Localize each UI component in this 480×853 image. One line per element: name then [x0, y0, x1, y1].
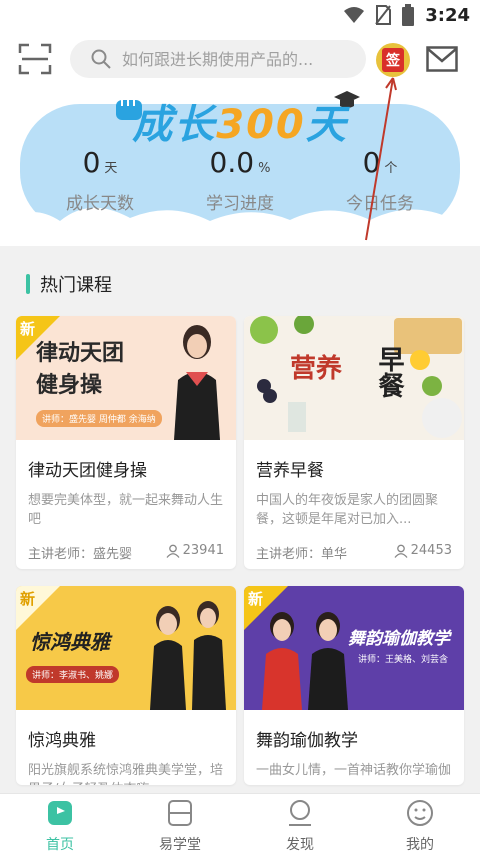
course-learner-count: 24453 [394, 543, 452, 558]
course-thumbnail: 惊鸿典雅 讲师：李淑书、姚娜 新 [16, 586, 236, 710]
battery-icon [402, 4, 415, 26]
course-description: 阳光旗舰系统惊鸿雅典美学堂，培男子/女子轻盈体态嗨 [28, 763, 224, 785]
course-card[interactable]: 营养 早餐 营养早餐 中国人的年夜饭是家人的团圆聚餐，这顿是年尾对已加入... … [244, 316, 464, 569]
no-sim-icon [375, 5, 392, 25]
tab-discover[interactable]: 发现 [240, 794, 360, 853]
hot-courses-header: 热门课程 [0, 246, 480, 312]
course-description: 中国人的年夜饭是家人的团圆聚餐，这顿是年尾对已加入... [256, 493, 439, 527]
top-bar: 签 [0, 34, 480, 86]
thumb-title-2: 早餐 [374, 346, 404, 398]
thumb-title-1: 惊鸿典雅 [30, 630, 110, 654]
section-accent-bar [26, 274, 30, 294]
course-description: 想要完美体型，就一起来舞动人生吧 [28, 493, 224, 527]
classroom-icon [168, 800, 192, 826]
status-bar: 3:24 [0, 0, 480, 34]
annotation-arrow [365, 77, 397, 241]
tab-label: 发现 [286, 837, 314, 853]
home-icon [48, 801, 72, 825]
stat-unit: % [258, 161, 271, 176]
stat-value: 0 [82, 146, 101, 179]
thumb-title-1: 舞韵瑜伽教学 [348, 629, 450, 649]
banner-title-part3: 天 [305, 102, 348, 148]
stat-value: 0.0 [209, 146, 255, 179]
course-thumbnail: 律动天团 健身操 讲师：盛先婴 周仲都 余海纳 新 [16, 316, 236, 440]
user-icon [166, 544, 180, 558]
bottom-tab-bar: 首页 易学堂 发现 我的 [0, 793, 480, 853]
banner-title-part2: 300 [216, 102, 306, 148]
learner-count-value: 24453 [410, 543, 452, 558]
thumb-lecturers: 讲师：王美格、刘芸含 [358, 655, 449, 665]
tab-label: 我的 [406, 837, 434, 853]
course-title: 营养早餐 [256, 461, 324, 481]
course-thumbnail: 舞韵瑜伽教学 讲师：王美格、刘芸含 新 [244, 586, 464, 710]
user-icon [394, 544, 408, 558]
tab-home[interactable]: 首页 [0, 794, 120, 853]
thumb-lecturers: 讲师：盛先婴 周仲都 余海纳 [36, 410, 162, 427]
thumb-title-2: 健身操 [36, 373, 103, 398]
food-illustration [250, 316, 462, 438]
stat-unit: 天 [104, 161, 118, 176]
tab-classroom[interactable]: 易学堂 [120, 794, 240, 853]
new-badge-label: 新 [248, 590, 264, 608]
course-title: 律动天团健身操 [28, 461, 147, 481]
course-title: 舞韵瑜伽教学 [256, 731, 358, 751]
scan-icon[interactable] [18, 42, 52, 76]
course-thumbnail: 营养 早餐 [244, 316, 464, 440]
search-icon [91, 49, 111, 69]
status-time: 3:24 [425, 4, 470, 26]
thumb-title-1: 营养 [290, 354, 343, 384]
course-card[interactable]: 舞韵瑜伽教学 讲师：王美格、刘芸含 新 舞韵瑜伽教学 一曲女儿情，一首神话教你学… [244, 586, 464, 785]
course-teacher: 主讲老师：盛先婴 [28, 547, 133, 562]
profile-icon [407, 800, 433, 826]
course-card[interactable]: 律动天团 健身操 讲师：盛先婴 周仲都 余海纳 新 律动天团健身操 想要完美体型… [16, 316, 236, 569]
section-title: 热门课程 [40, 275, 112, 296]
stat-label: 学习进度 [206, 194, 274, 214]
new-badge-label: 新 [20, 590, 36, 608]
discover-icon [289, 800, 311, 826]
growth-banner: 成长300天 0天 成长天数 0.0% 学习进度 0个 今日任务 [0, 86, 480, 246]
stat-growth-days: 0天 成长天数 [30, 146, 170, 214]
instructor-photo [174, 325, 220, 440]
tab-label: 易学堂 [159, 837, 201, 853]
search-input[interactable] [122, 49, 362, 69]
sign-in-label: 签 [382, 48, 404, 72]
instructor-photo [150, 601, 226, 710]
course-teacher: 主讲老师：单华 [256, 547, 348, 562]
course-learner-count: 23941 [166, 543, 224, 558]
course-description: 一曲女儿情，一首神话教你学瑜伽 [256, 763, 452, 778]
thumb-lecturers: 讲师：李淑书、姚娜 [26, 666, 120, 683]
stat-learning-progress: 0.0% 学习进度 [170, 146, 310, 214]
course-footer: 主讲老师：盛先婴 23941 [16, 529, 236, 569]
course-footer: 主讲老师：单华 24453 [244, 529, 464, 569]
status-icons: 3:24 [343, 4, 470, 26]
tab-profile[interactable]: 我的 [360, 794, 480, 853]
course-card[interactable]: 惊鸿典雅 讲师：李淑书、姚娜 新 惊鸿典雅 阳光旗舰系统惊鸿雅典美学堂，培男子/… [16, 586, 236, 785]
wifi-icon [344, 7, 365, 23]
banner-title-part1: 成长 [132, 102, 217, 148]
banner-title: 成长300天 [0, 92, 480, 150]
new-badge-label: 新 [20, 320, 36, 338]
learner-count-value: 23941 [182, 543, 224, 558]
stat-label: 成长天数 [66, 194, 134, 214]
search-bar[interactable] [70, 40, 366, 78]
course-title: 惊鸿典雅 [28, 731, 96, 751]
mail-icon[interactable] [426, 46, 458, 72]
tab-label: 首页 [46, 837, 74, 853]
